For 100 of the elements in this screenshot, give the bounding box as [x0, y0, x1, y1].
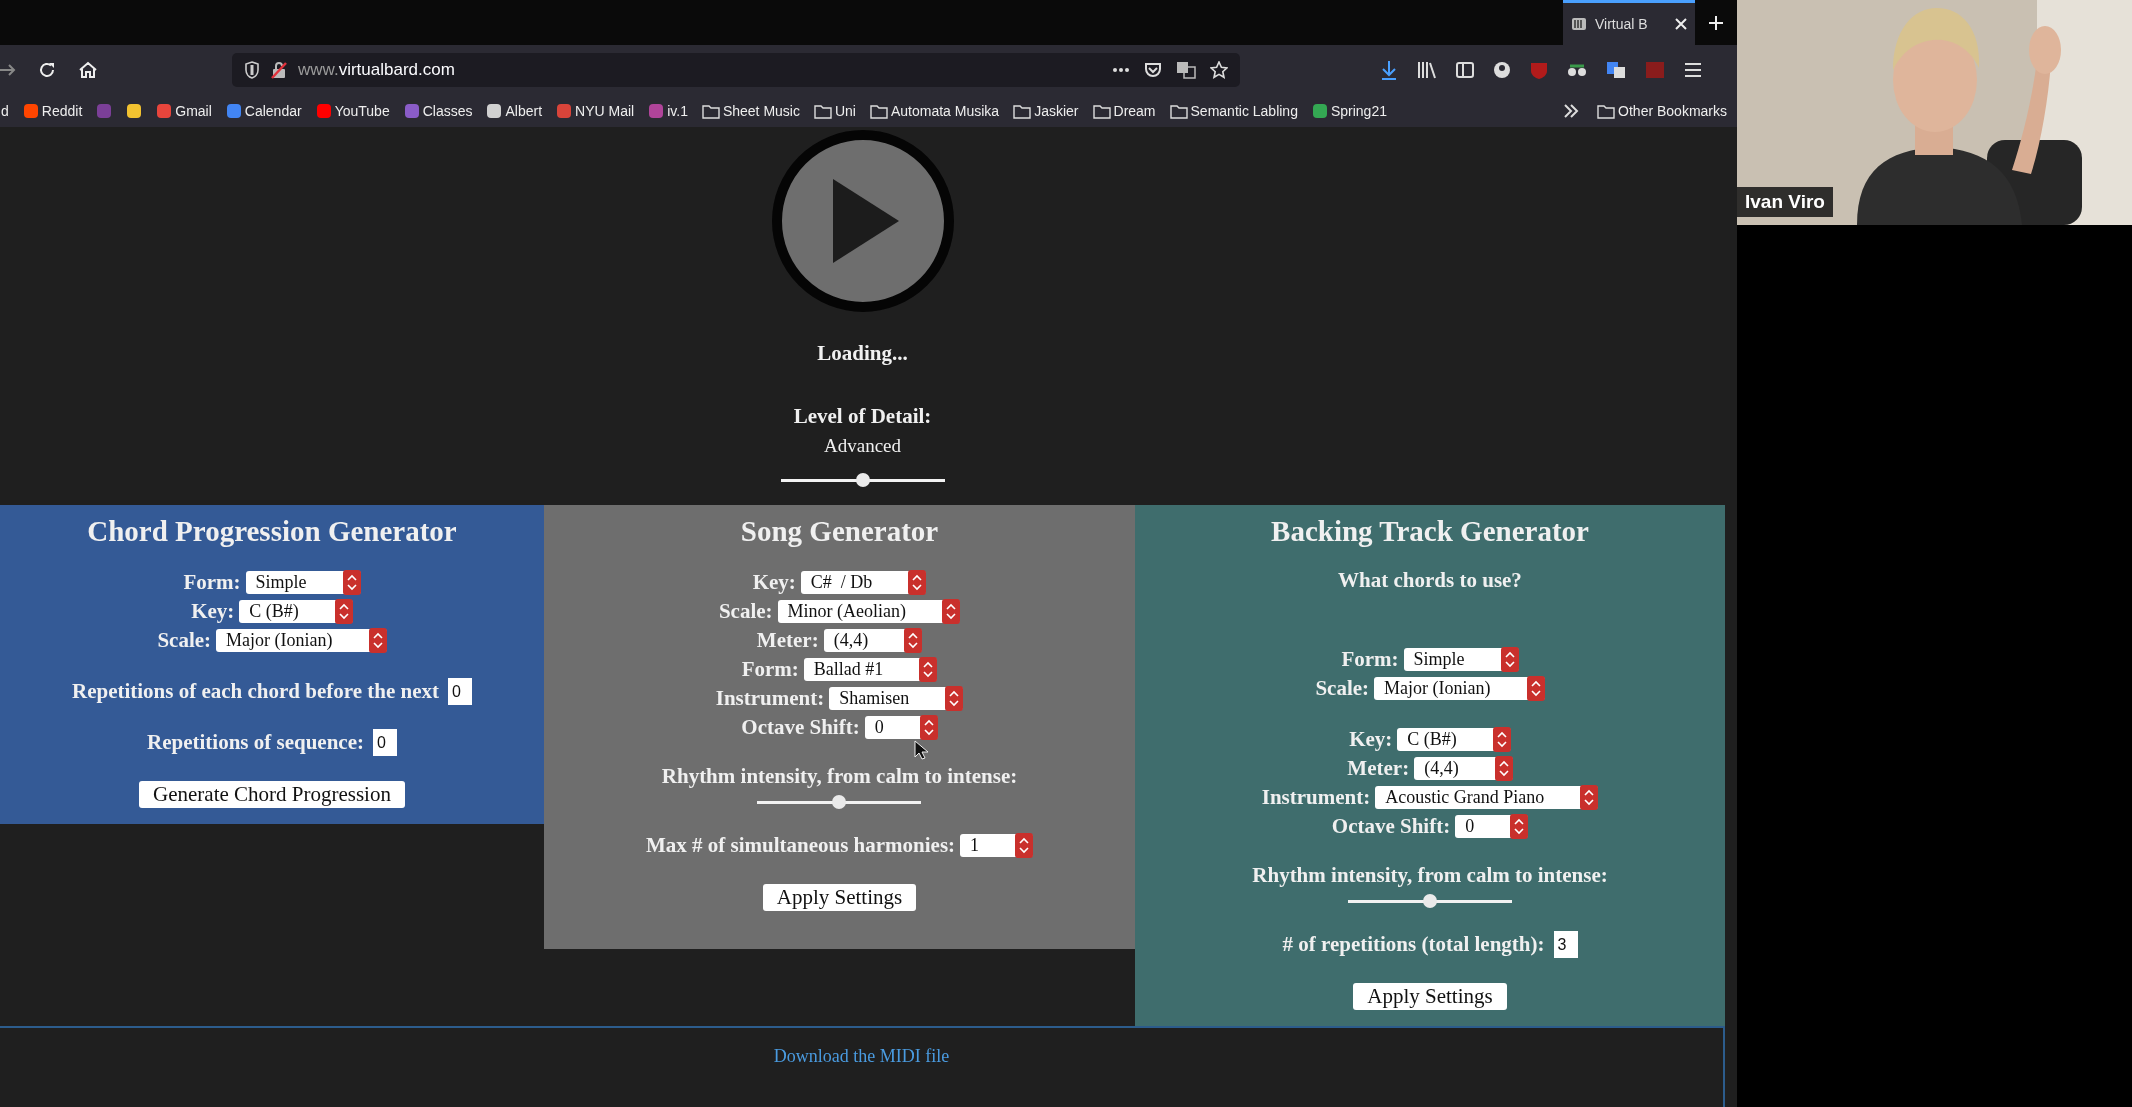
field-label: Form: — [741, 657, 799, 682]
stepper-icon — [368, 628, 387, 653]
site-icon — [225, 103, 242, 119]
bookmark[interactable]: Dream — [1092, 103, 1156, 119]
folder-icon — [1013, 103, 1032, 119]
folder-icon — [1092, 103, 1111, 119]
action-button[interactable]: Apply Settings — [762, 884, 917, 911]
bookmark[interactable]: Uni — [813, 103, 856, 119]
stepper-icon — [1500, 647, 1519, 672]
dropdown[interactable]: Shamisen — [829, 687, 964, 710]
stepper-icon — [1492, 727, 1511, 752]
stepper-icon — [942, 599, 961, 624]
glasses-extension-icon[interactable] — [1567, 62, 1587, 78]
pocket-icon[interactable] — [1144, 62, 1162, 78]
dropdown[interactable]: C# / Db — [800, 571, 927, 594]
play-button[interactable] — [770, 129, 955, 313]
library-icon[interactable] — [1417, 61, 1437, 79]
dropdown[interactable]: Simple — [1403, 648, 1519, 671]
slider-thumb[interactable] — [855, 473, 870, 487]
dropdown[interactable]: 0 — [864, 716, 938, 739]
download-link[interactable]: Download the MIDI file — [773, 1046, 950, 1107]
menu-icon[interactable] — [1684, 62, 1702, 78]
forward-icon[interactable] — [0, 62, 16, 78]
url-text: www.virtualbard.com — [298, 60, 456, 80]
bookmark[interactable]: Albert — [486, 103, 543, 119]
field-label: Scale: — [1315, 676, 1370, 701]
field-label: Form: — [183, 570, 241, 595]
close-icon[interactable] — [1675, 18, 1687, 30]
home-icon[interactable] — [78, 61, 98, 79]
star-icon[interactable] — [1210, 61, 1228, 79]
lock-slash-icon — [270, 61, 288, 79]
site-icon — [156, 103, 173, 119]
address-bar[interactable]: www.virtualbard.com — [232, 53, 1240, 87]
site-icon — [315, 103, 332, 119]
reload-icon[interactable] — [38, 61, 56, 79]
bookmark[interactable]: Semantic Labling — [1169, 103, 1298, 119]
shield-icon — [244, 61, 260, 79]
dropdown[interactable]: (4,4) — [823, 629, 923, 652]
stepper-icon — [342, 570, 361, 595]
field-label: Repetitions of each chord before the next — [71, 679, 440, 704]
number-field[interactable]: 0 — [448, 678, 473, 705]
dropdown[interactable]: 1 — [960, 834, 1034, 857]
browser-tab[interactable]: Virtual B — [1563, 0, 1695, 45]
slider-thumb[interactable] — [1423, 894, 1437, 908]
bookmark[interactable]: YouTube — [315, 103, 390, 119]
dropdown[interactable]: Minor (Aeolian) — [777, 600, 961, 623]
chevrons-icon[interactable] — [1563, 104, 1580, 118]
detail-label: Level of Detail: — [793, 404, 932, 429]
plus-icon[interactable] — [1708, 14, 1724, 31]
slider-thumb[interactable] — [832, 795, 847, 809]
bookmark[interactable]: Other Bookmarks — [1597, 103, 1727, 119]
panel-title: Chord Progression Generator — [87, 515, 457, 548]
tab-title: Virtual B — [1595, 16, 1649, 32]
dropdown[interactable]: Simple — [245, 571, 361, 594]
stepper-icon — [919, 715, 938, 740]
field-label: Instrument: — [1261, 785, 1371, 810]
question-text: What chords to use? — [1338, 568, 1522, 593]
bookmark[interactable]: Automata Musika — [870, 103, 1000, 119]
field-label: Meter: — [1347, 756, 1410, 781]
download-icon[interactable] — [1380, 60, 1398, 80]
account-icon[interactable] — [1493, 61, 1511, 79]
sidebar-icon[interactable] — [1456, 62, 1474, 78]
stepper-icon — [1526, 676, 1545, 701]
dropdown[interactable]: 0 — [1455, 815, 1529, 838]
stepper-icon — [1510, 814, 1529, 839]
dropdown[interactable]: C (B#) — [239, 600, 353, 623]
dropdown[interactable]: Major (Ionian) — [216, 629, 387, 652]
dropdown[interactable]: C (B#) — [1397, 728, 1511, 751]
site-icon[interactable] — [126, 103, 143, 119]
bookmark[interactable]: Spring21 — [1311, 103, 1387, 119]
bookmark[interactable]: Gmail — [156, 103, 212, 119]
dropdown[interactable]: Major (Ionian) — [1374, 677, 1545, 700]
bookmark[interactable]: NYU Mail — [556, 103, 635, 119]
site-icon — [648, 103, 665, 119]
stepper-icon — [904, 628, 923, 653]
dropdown[interactable]: Ballad #1 — [803, 658, 938, 681]
bookmark[interactable]: Calendar — [225, 103, 302, 119]
site-icon — [22, 103, 39, 119]
panel-title: Backing Track Generator — [1271, 515, 1589, 548]
bookmark[interactable]: Classes — [403, 103, 473, 119]
folder-icon — [701, 103, 720, 119]
bookmark[interactable]: Jaskier — [1013, 103, 1079, 119]
field-label: Key: — [1349, 727, 1393, 752]
folder-icon — [1169, 103, 1188, 119]
number-field[interactable]: 3 — [1553, 931, 1578, 958]
dropdown[interactable]: Acoustic Grand Piano — [1375, 786, 1599, 809]
field-label: Key: — [752, 570, 796, 595]
stepper-icon — [334, 599, 353, 624]
bookmark[interactable]: Sheet Music — [701, 103, 800, 119]
action-button[interactable]: Generate Chord Progression — [139, 781, 405, 808]
site-icon — [403, 103, 420, 119]
folder-icon — [870, 103, 888, 119]
site-icon — [556, 103, 573, 119]
bookmark[interactable]: iv.1 — [648, 103, 688, 119]
participant-name: Ivan Viro — [1737, 187, 1833, 217]
number-field[interactable]: 0 — [373, 729, 397, 756]
bookmark[interactable]: Reddit — [22, 103, 83, 119]
more-icon[interactable] — [1112, 67, 1130, 73]
dropdown[interactable]: (4,4) — [1414, 757, 1513, 780]
action-button[interactable]: Apply Settings — [1353, 983, 1507, 1010]
